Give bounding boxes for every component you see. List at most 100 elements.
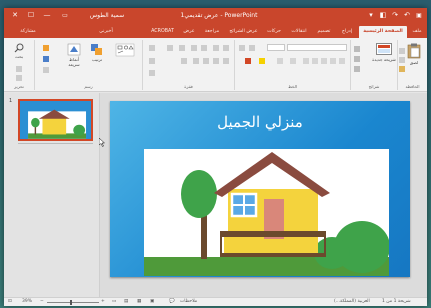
quick-styles-label: أنماط سريعة [68,57,80,67]
columns-icon[interactable] [181,58,187,64]
zoom-out-icon[interactable]: − [40,298,44,306]
notes-button[interactable]: ملاحظات [180,298,197,306]
slide-thumbnail[interactable] [18,99,93,141]
paste-icon [407,43,421,59]
status-bar: ⊡ 39% − + ▭ ▤ ▦ ▣ 💬 ملاحظات العربية (الم… [4,297,427,306]
cut-icon[interactable] [399,48,405,54]
tab-design[interactable]: تصميم [313,26,335,38]
fit-slide-icon[interactable]: ⊡ [8,298,12,306]
ribbon-display-options-icon[interactable]: ▭ [60,11,70,20]
shapes-gallery[interactable] [109,42,141,76]
restore-button[interactable]: ☐ [26,11,36,20]
tab-transitions[interactable]: انتقالات [287,26,311,38]
zoom-slider-thumb[interactable] [70,300,72,305]
smartart-icon[interactable] [149,70,155,76]
align-left-icon[interactable] [203,58,209,64]
slide-sorter-icon[interactable]: ▦ [137,298,141,306]
reset-icon[interactable] [354,56,360,62]
arrange-icon [91,44,102,55]
increase-font-icon[interactable] [249,45,255,51]
share-button[interactable]: مشاركة [10,26,46,38]
title-bar: ✕ ☐ — ▭ سمية الطوس عرض تقديمي1 - PowerPo… [4,8,427,23]
character-spacing-icon[interactable] [290,58,296,64]
undo-icon[interactable]: ↶ [402,11,412,20]
shapes-icon [115,43,135,57]
justify-icon[interactable] [193,58,199,64]
clear-formatting-icon[interactable] [239,45,245,51]
change-case-icon[interactable] [277,58,283,64]
bold-icon[interactable] [339,58,345,64]
tab-animations[interactable]: حركات [263,26,285,38]
comments-icon[interactable]: 💬 [169,298,175,306]
reading-view-icon[interactable]: ▤ [124,298,128,306]
paste-label: لصق [409,60,419,65]
shape-outline-icon[interactable] [43,56,49,62]
porch-rail [220,231,326,237]
font-color-icon[interactable] [245,58,251,64]
paragraph-group: فقرة [142,40,234,90]
close-button[interactable]: ✕ [10,11,20,20]
layout-icon[interactable] [354,46,360,52]
increase-indent-icon[interactable] [191,45,197,51]
tab-view[interactable]: عرض [180,26,198,38]
zoom-in-icon[interactable]: + [101,298,105,306]
new-slide-label: شريحة جديدة [372,57,396,62]
text-direction-icon[interactable] [149,45,155,51]
section-icon[interactable] [354,66,360,72]
normal-view-icon[interactable]: ▣ [150,298,154,306]
zoom-slider[interactable] [47,302,99,303]
select-icon[interactable] [16,75,22,81]
tell-me-search[interactable]: أخبرني [92,26,120,38]
save-icon[interactable]: ▣ [414,11,424,20]
tab-acrobat[interactable]: ACROBAT [147,26,178,38]
align-right-icon[interactable] [223,58,229,64]
find-button[interactable]: بحث [7,42,31,64]
strikethrough-icon[interactable] [312,58,318,64]
minimize-button[interactable]: — [42,11,52,20]
thumbnail-divider [18,143,93,144]
font-group: الخط [234,40,350,90]
language-indicator[interactable]: العربية (المملكة...) [334,298,370,306]
tab-review[interactable]: مراجعة [200,26,224,38]
customize-quick-access-icon[interactable]: ▾ [366,11,376,20]
align-center-icon[interactable] [213,58,219,64]
tab-slideshow[interactable]: عرض الشرائح [226,26,261,38]
tab-insert[interactable]: إدراج [337,26,357,38]
find-icon [14,43,24,53]
line-spacing-icon[interactable] [179,45,185,51]
tab-home[interactable]: الصفحة الرئيسية [359,26,407,38]
underline-icon[interactable] [321,58,327,64]
slide-counter: شريحة 1 من 1 [382,299,411,304]
user-name[interactable]: سمية الطوس [82,11,132,20]
arrange-button[interactable]: ترتيب [87,42,107,76]
new-slide-button[interactable]: شريحة جديدة [371,42,397,76]
bullets-icon[interactable] [223,45,229,51]
current-slide[interactable]: منزلي الجميل [110,101,410,277]
shadow-icon[interactable] [303,58,309,64]
decrease-indent-icon[interactable] [201,45,207,51]
thumbnail-slide-number: 1 [9,98,13,104]
numbering-icon[interactable] [213,45,219,51]
quick-styles-button[interactable]: أنماط سريعة [63,42,85,76]
rtl-icon[interactable] [167,45,173,51]
shape-fill-icon[interactable] [43,45,49,51]
zoom-level[interactable]: 39% [22,298,32,306]
tab-file[interactable]: ملف [409,26,425,38]
presenter-icon[interactable]: ◧ [378,11,388,20]
font-name-dropdown[interactable] [287,44,347,51]
paste-button[interactable]: لصق [403,42,425,72]
replace-icon[interactable] [16,66,22,72]
house-picture[interactable] [144,149,390,276]
align-text-icon[interactable] [149,58,155,64]
italic-icon[interactable] [330,58,336,64]
highlight-color-icon[interactable] [259,58,265,64]
quick-styles-icon [67,43,81,56]
copy-icon[interactable] [399,57,405,63]
slide-title[interactable]: منزلي الجميل [110,113,410,131]
shape-effects-icon[interactable] [43,67,49,73]
redo-icon[interactable]: ↷ [390,11,400,20]
slideshow-view-icon[interactable]: ▭ [112,298,116,306]
format-painter-icon[interactable] [399,66,405,72]
mouse-pointer-icon [99,138,105,147]
font-size-dropdown[interactable] [267,44,285,51]
